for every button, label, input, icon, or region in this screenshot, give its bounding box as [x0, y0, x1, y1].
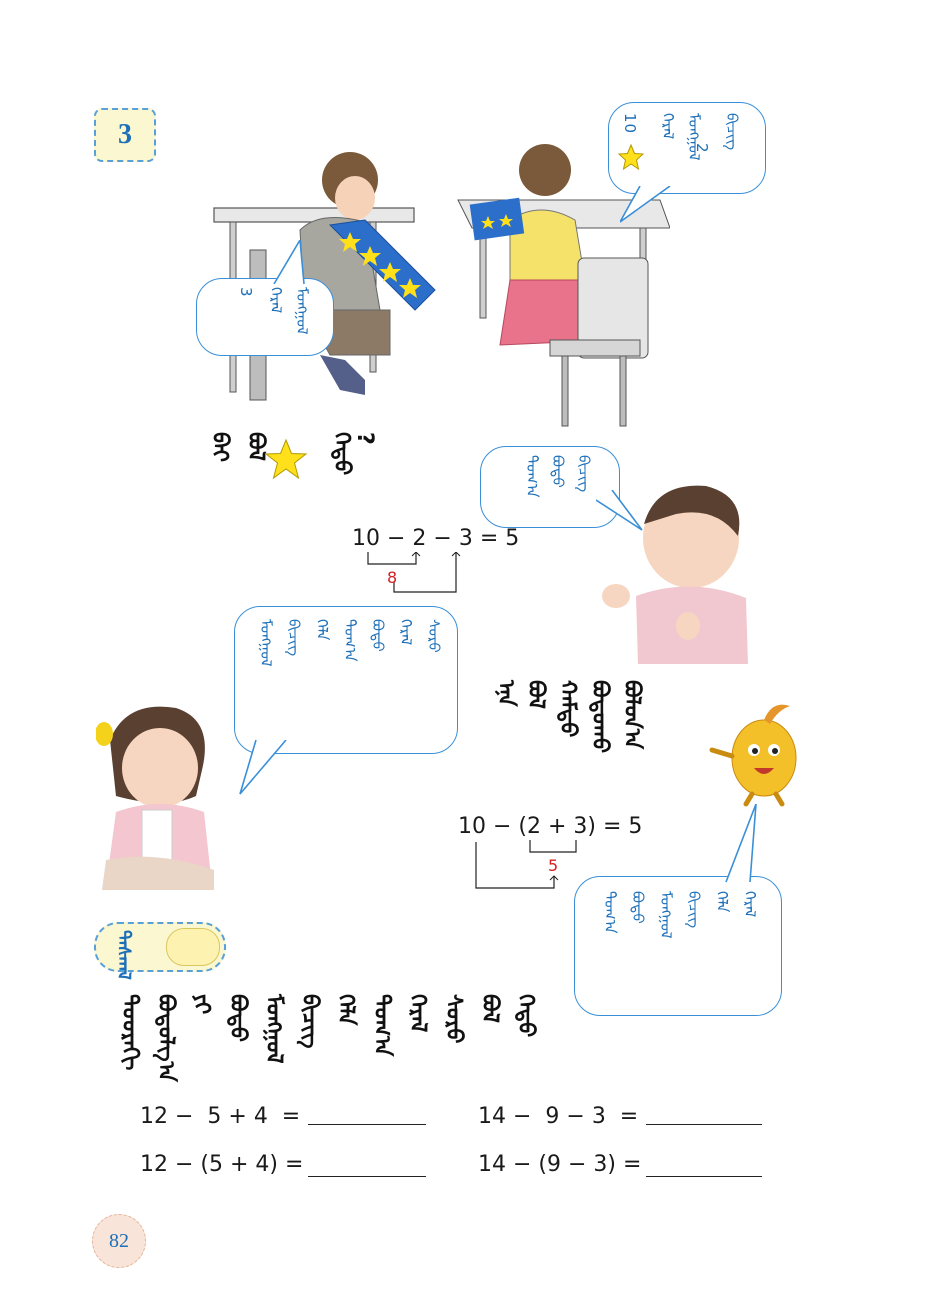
bubble-text: ᠬᠡᠯᠡ: [713, 891, 731, 913]
section-number: 3: [118, 119, 132, 150]
equation-2-intermediate: 5: [548, 856, 559, 875]
question-text: ?: [352, 432, 377, 446]
instruction-word: ᠪᠢᠴᠢᠭ: [297, 994, 322, 1049]
instruction-word: ᠰᠤᠷᠤ: [441, 994, 466, 1044]
boy-illustration: [602, 485, 748, 664]
bubble-text: ᠮᠣᠩᠭᠣᠯ: [293, 287, 311, 335]
practice-instruction: ᠳᠣᠣᠷᠠᠬᠢ ᠪᠣᠳᠣᠯᠭ᠎ᠠ ᠶᠢ ᠪᠣᠳᠣ ᠮᠣᠩᠭᠣᠯ ᠪᠢᠴᠢᠭ ᠬᠡ…: [110, 994, 590, 1084]
bubble-number: 3: [237, 287, 255, 298]
speech-bubble-girl-left: ᠮᠣᠩᠭᠣᠯ ᠪᠢᠴᠢᠭ ᠬᠡᠯᠡ ᠲᠣᠭ᠎ᠠ ᠪᠣᠳᠣ ᠭᠡᠷᠡᠯ ᠰᠤᠷᠤ: [234, 606, 458, 754]
bubble-text: ᠮᠣᠩᠭᠣᠯ: [257, 619, 275, 667]
bubble-tail: [725, 804, 757, 883]
equation-2: 10 − (2 + 3) = 5: [458, 814, 643, 839]
bubble-text: ᠪᠢᠴᠢᠭ: [575, 455, 593, 493]
instruction-word: ᠳᠣᠣᠷᠠᠬᠢ: [117, 994, 142, 1071]
bubble-text: ᠰᠤᠷᠤ: [425, 619, 443, 653]
equation-1: 10 − 2 − 3 = 5: [352, 526, 520, 551]
speech-bubble-potato: ᠲᠣᠭ᠎ᠠ ᠪᠣᠳᠣ ᠮᠣᠩᠭᠣᠯ ᠪᠢᠴᠢᠭ ᠬᠡᠯᠡ ᠭᠡᠷᠡᠯ: [574, 876, 782, 1016]
instruction-word: ᠶᠢ: [189, 994, 214, 1015]
bubble-text: ᠲᠣᠭ᠎ᠠ: [601, 891, 619, 934]
bubble-text: ᠪᠣᠳᠣ: [629, 891, 647, 924]
answer-blank[interactable]: [308, 1124, 426, 1125]
speech-bubble-boy: 3 ᠭᠡᠷᠡᠯ ᠮᠣᠩᠭᠣᠯ: [196, 278, 334, 356]
instruction-word: ᠬᠡᠳᠦ: [513, 994, 538, 1038]
exercise-2-right: 14 − (9 − 3) =: [478, 1152, 642, 1177]
potato-character-illustration: [709, 704, 797, 807]
bubble-text: ᠮᠣᠩᠭᠣᠯ: [657, 891, 675, 939]
bubble-tail: [273, 240, 305, 284]
bubble-text: ᠲᠣᠭ᠎ᠠ: [523, 455, 541, 498]
page-number: 82: [92, 1214, 146, 1268]
instruction-word: ᠲᠣᠭ᠎ᠠ: [369, 994, 394, 1057]
speech-bubble-girl: 10 ᠭᠡᠷᠡᠯ ᠮᠣᠩᠭᠣᠯ 2 ᠪᠢᠴᠢᠭ: [608, 102, 766, 194]
instruction-word: ᠮᠣᠩᠭᠣᠯ: [261, 994, 286, 1064]
bubble-text: ᠪᠢᠴᠢᠭ: [685, 891, 703, 929]
exercise-1-right: 14 − 9 − 3 =: [478, 1104, 639, 1129]
instruction-word: ᠪᠣᠳᠣᠯᠭ᠎ᠠ: [153, 994, 178, 1083]
bubble-number: 2: [693, 143, 711, 154]
girl-illustration: [96, 706, 214, 890]
bubble-text: ᠪᠣᠳᠣ: [369, 619, 387, 652]
practice-label: ᠳᠠᠰᠬᠠᠯ: [113, 930, 134, 980]
bubble-tail: [239, 740, 287, 795]
bubble-tail: [620, 186, 671, 223]
bubble-text: ᠭᠡᠷᠡᠯ: [741, 891, 759, 918]
bubble-text: ᠬᠡᠯᠡ: [313, 619, 331, 641]
page-number-text: 82: [109, 1229, 129, 1252]
bubble-text: ᠪᠢᠴᠢᠭ: [723, 113, 741, 151]
exercise-2-left: 12 − (5 + 4) =: [140, 1152, 304, 1177]
bubble-text: ᠲᠣᠭ᠎ᠠ: [341, 619, 359, 662]
middle-text: ᠪᠣᠯᠤᠨ᠎ᠠ: [619, 680, 644, 750]
bubble-number: 10: [621, 113, 639, 135]
section-badge: 3: [94, 108, 156, 162]
bubble-text: ᠭᠡᠷᠡᠯ: [659, 113, 677, 140]
practice-tag: ᠳᠠᠰᠬᠠᠯ: [94, 922, 226, 980]
star-icon: [617, 143, 645, 171]
practice-tag-capsule: [166, 928, 220, 966]
star-icon: [264, 438, 308, 480]
instruction-word: ᠪᠣᠳᠣ: [225, 994, 250, 1042]
instruction-word: ᠬᠡᠯᠡ: [333, 994, 358, 1026]
answer-blank[interactable]: [308, 1176, 426, 1177]
equation-1-intermediate: 8: [387, 568, 398, 587]
answer-blank[interactable]: [646, 1176, 762, 1177]
instruction-word: ᠪᠣᠯ: [477, 994, 502, 1023]
bubble-text: ᠭᠡᠷᠡᠯ: [397, 619, 415, 646]
equation-1-bracket: [367, 552, 461, 593]
equation-2-bracket: [475, 840, 577, 889]
instruction-word: ᠭᠡᠷᠡᠯ: [405, 994, 430, 1033]
question-text: ᠪᠠᠢ: [207, 432, 232, 463]
exercise-1-left: 12 − 5 + 4 =: [140, 1104, 301, 1129]
answer-blank[interactable]: [646, 1124, 762, 1125]
bubble-text: ᠪᠣᠳᠣ: [549, 455, 567, 488]
bubble-text: ᠭᠡᠷᠡᠯ: [267, 287, 285, 314]
bubble-text: ᠪᠢᠴᠢᠭ: [285, 619, 303, 657]
